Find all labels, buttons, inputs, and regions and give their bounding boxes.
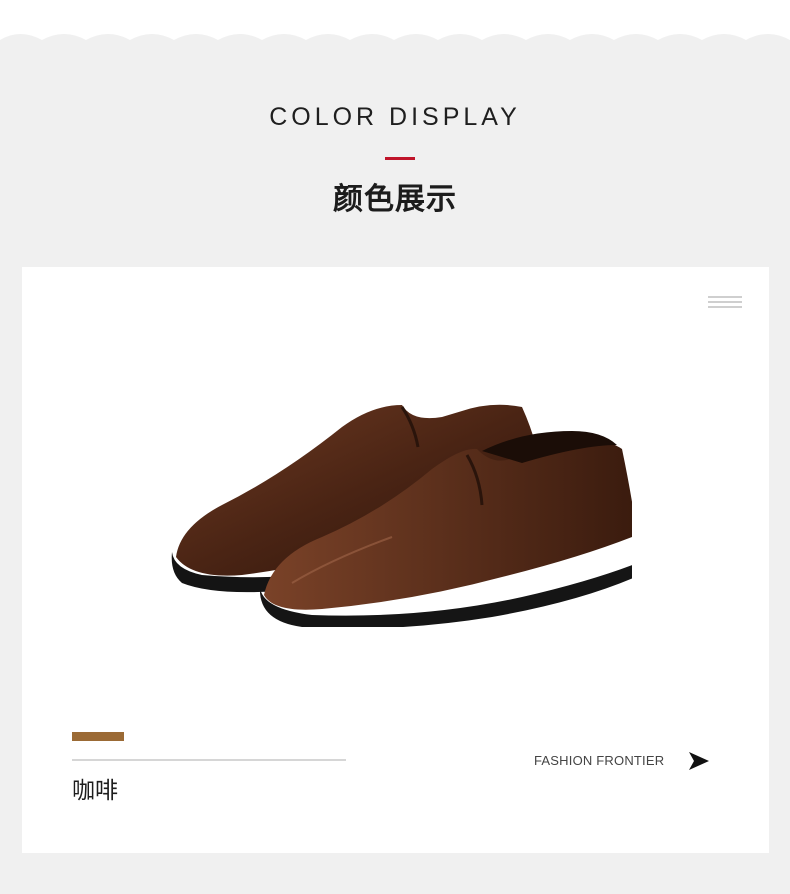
product-card: 咖啡 FASHION FRONTIER: [22, 267, 769, 853]
title-accent-bar: [385, 157, 415, 160]
arrow-right-icon: [689, 752, 709, 770]
product-image: [171, 404, 632, 627]
color-swatch: [72, 732, 124, 741]
menu-lines-icon: [708, 296, 742, 308]
section-title-english: COLOR DISPLAY: [269, 103, 521, 131]
divider-line: [72, 759, 346, 761]
scalloped-top-border: [0, 0, 790, 46]
color-name-label: 咖啡: [72, 778, 118, 804]
fashion-frontier-label: FASHION FRONTIER: [534, 753, 665, 768]
section-title-chinese: 颜色展示: [333, 182, 457, 217]
